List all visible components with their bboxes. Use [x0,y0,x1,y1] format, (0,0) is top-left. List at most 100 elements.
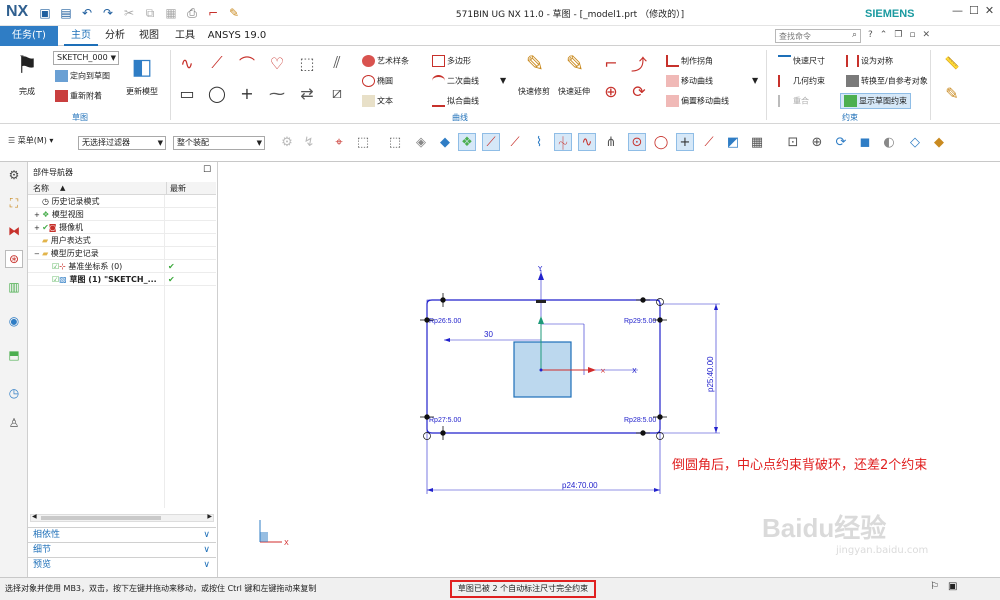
control-point-icon[interactable]: ⏆ [554,133,572,152]
part-navigator-icon[interactable]: ⊛ [5,250,23,268]
constraint-navigator-icon[interactable]: ⧓ [5,222,23,240]
tree-row[interactable]: + ✔◙ 摄像机 [28,221,216,234]
role-icon[interactable]: ♙ [5,414,23,432]
make-corner-button[interactable]: 制作拐角 [666,55,713,67]
save-all-icon[interactable]: ▤ [57,4,75,22]
measure-icon[interactable]: ✎ [940,82,964,104]
corner-icon[interactable]: ⌐ [600,52,622,74]
derived-line-icon[interactable]: ⫽ [326,52,348,74]
bounded-grid-icon[interactable]: ▦ [748,133,766,151]
copy-icon[interactable]: ⧉ [141,4,159,22]
search-icon[interactable]: ⌕ [852,30,857,40]
tree-row[interactable]: ◷ 历史记录模式 [28,195,216,208]
tree-row[interactable]: ▰ 用户表达式 [28,234,216,247]
overlay-button[interactable]: 重合 [778,95,809,107]
tab-home[interactable]: 主页 [64,26,98,46]
maximize-icon[interactable]: ☐ [969,4,979,17]
point-on-curve-icon[interactable]: ⟋ [700,133,718,151]
offset-move-button[interactable]: 偏置移动曲线 [666,95,729,107]
graphics-window[interactable]: 30 Y × X p25:40.00 p24:70.00 Rp26:5.00 R… [222,162,1000,577]
orient-to-sketch-button[interactable]: 定向到草图 [55,70,110,82]
save-icon[interactable]: ▣ [36,4,54,22]
quadrant-icon[interactable]: ◯ [652,133,670,151]
center-point[interactable] [539,368,543,372]
paste-icon[interactable]: ▦ [162,4,180,22]
expand-icon[interactable]: + [34,211,42,219]
view-orient-icon[interactable]: ◇ [906,133,924,151]
dimension-text-bottom[interactable]: p24:70.00 [562,481,598,490]
selection-filter-select[interactable]: 无选择过滤器 ▼ [78,136,166,150]
circle-icon[interactable]: ◯ [206,82,228,104]
tree-row[interactable]: + ❖ 模型视图 [28,208,216,221]
ellipse-button[interactable]: 椭圆 [362,75,393,87]
intersection-icon[interactable]: ⋔ [602,133,620,151]
radius-label-bottom-left[interactable]: Rp27:5.00 [429,417,461,424]
general-select-icon[interactable]: ⌖ [330,133,348,151]
arc-center-icon[interactable]: ⊙ [628,133,646,151]
arc-icon[interactable]: ⌒ [236,52,258,74]
ribbon-collapse-icon[interactable]: ⌃ [880,30,888,40]
column-name-header[interactable]: 名称 [33,182,49,195]
ruler-icon[interactable]: 📏 [940,54,964,72]
section-preview[interactable]: 预览 ∨ [28,557,216,572]
point-on-face-icon[interactable]: ◩ [724,133,742,151]
select-all-icon[interactable]: ⬚ [354,133,372,151]
close-icon[interactable]: ✕ [985,4,994,17]
more-edit-icon[interactable]: ▼ [752,76,758,85]
settings-icon[interactable]: ⚙ [5,166,23,184]
reattach-button[interactable]: 重新附着 [55,90,102,102]
assembly-scope-select[interactable]: 整个装配 ▼ [173,136,265,150]
solid-icon[interactable]: ◈ [412,133,430,151]
point-icon[interactable]: + [236,82,258,104]
tab-ansys[interactable]: ANSYS 19.0 [206,26,268,46]
tab-view[interactable]: 视图 [134,26,164,46]
quick-trim-label[interactable]: 快速修剪 [518,86,550,97]
assembly-navigator-icon[interactable]: ⛶ [5,194,23,212]
layer-icon[interactable]: ◆ [930,133,948,151]
snap-grid-icon[interactable]: ❖ [458,133,476,151]
scroll-right-icon[interactable]: ▶ [207,513,212,520]
collapse-icon[interactable]: − [34,250,42,258]
section-details[interactable]: 细节 ∨ [28,542,216,557]
tree-row[interactable]: ☑⊹ 基准坐标系 (0) ✔ [28,260,216,273]
scroll-left-icon[interactable]: ◀ [32,513,37,520]
convert-ref-button[interactable]: 转换至/自参考对象 [846,75,928,87]
undo-icon[interactable]: ↶ [78,4,96,22]
dimension-text-right[interactable]: p25:40.00 [706,356,715,392]
shaded-edges-icon[interactable]: ◐ [880,133,898,151]
status-window-icon[interactable]: ▣ [948,581,957,592]
mirror-icon[interactable]: ⧄ [326,82,348,104]
rotate-icon[interactable]: ⟳ [832,133,850,151]
sketch-name-select[interactable]: SKETCH_000 ▼ [53,51,119,65]
help-icon[interactable]: ? [868,30,873,40]
redo-icon[interactable]: ↷ [99,4,117,22]
quick-extend-label[interactable]: 快速延伸 [558,86,590,97]
fit-curve-button[interactable]: 拟合曲线 [432,95,479,107]
show-constraints-button[interactable]: 显示草图约束 [840,93,911,109]
conic-button[interactable]: 二次曲线 [432,75,479,87]
print-icon[interactable]: ⎙ [183,4,201,22]
reuse-library-icon[interactable]: ▥ [5,278,23,296]
radius-label-top-left[interactable]: Rp26:5.00 [429,318,461,325]
rectangle-icon[interactable]: ▭ [176,82,198,104]
navigator-close-icon[interactable]: ☐ [203,165,211,175]
horizontal-scrollbar[interactable]: ◀ ▶ [30,513,214,522]
zoom-icon[interactable]: ⊕ [808,133,826,151]
dimension-text-top[interactable]: 30 [484,330,493,339]
quick-trim-icon[interactable]: ✎ [522,50,548,78]
mini-restore2-icon[interactable]: ▫ [909,30,915,40]
quick-dimension-button[interactable]: 快速尺寸 [778,55,825,67]
tree-row[interactable]: − ▰ 模型历史记录 [28,247,216,260]
art-spline-button[interactable]: 艺术样条 [362,55,409,67]
clock-icon[interactable]: ◷ [5,384,23,402]
end-point-icon[interactable]: ⟋ [482,133,500,151]
radius-label-bottom-right[interactable]: Rp28:5.00 [624,417,656,424]
extend-icon[interactable]: ⟳ [628,80,650,102]
text-button[interactable]: 文本 [362,95,393,107]
radius-label-top-right[interactable]: Rp29:5.00 [624,318,656,325]
status-flag-icon[interactable]: ⚐ [930,581,939,592]
command-search-box[interactable]: 查找命令 ⌕ [775,29,861,43]
minimize-icon[interactable]: — [952,4,963,17]
mid-point-icon[interactable]: ⟋ [506,133,524,151]
rectangle-select-icon[interactable]: ⬚ [386,133,404,151]
